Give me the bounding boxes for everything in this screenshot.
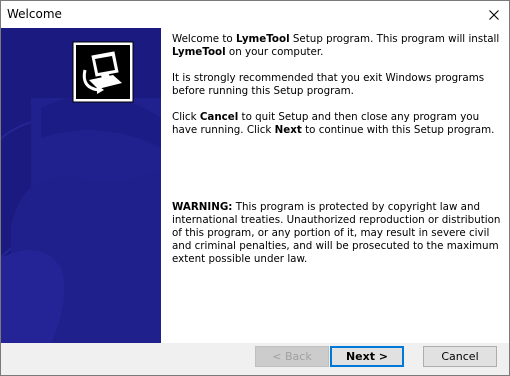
installer-computer-icon xyxy=(72,41,134,103)
warning-paragraph: WARNING: This program is protected by co… xyxy=(172,201,502,266)
close-button[interactable] xyxy=(479,1,509,29)
button-bar: < Back Next > Cancel xyxy=(1,343,509,375)
side-graphic-panel xyxy=(1,28,161,343)
welcome-text-1: Welcome to xyxy=(172,33,236,45)
welcome-paragraph: Welcome to LymeTool Setup program. This … xyxy=(172,33,502,59)
warning-label: WARNING: xyxy=(172,201,233,213)
cancel-keyword: Cancel xyxy=(199,111,239,123)
instructions-text-3: to continue with this Setup program. xyxy=(301,124,495,136)
welcome-text-3: on your computer. xyxy=(225,46,324,58)
product-name: LymeTool xyxy=(172,46,226,58)
cancel-button[interactable]: Cancel xyxy=(423,346,497,367)
window-title: Welcome xyxy=(7,7,62,21)
close-icon xyxy=(489,10,499,20)
product-name: LymeTool xyxy=(235,33,290,45)
content-area: Welcome to LymeTool Setup program. This … xyxy=(161,28,509,343)
next-button[interactable]: Next > xyxy=(330,346,404,367)
setup-window: Welcome Welcome to LymeTool Setup progra… xyxy=(0,0,510,376)
title-bar: Welcome xyxy=(1,1,509,29)
welcome-text-2: Setup program. This program will install xyxy=(289,33,500,45)
side-graphic xyxy=(1,28,161,343)
next-keyword: Next xyxy=(274,124,302,136)
instructions-text-1: Click xyxy=(172,111,200,123)
instructions-paragraph: Click Cancel to quit Setup and then clos… xyxy=(172,111,502,137)
recommendation-paragraph: It is strongly recommended that you exit… xyxy=(172,72,485,97)
back-button[interactable]: < Back xyxy=(255,346,329,367)
